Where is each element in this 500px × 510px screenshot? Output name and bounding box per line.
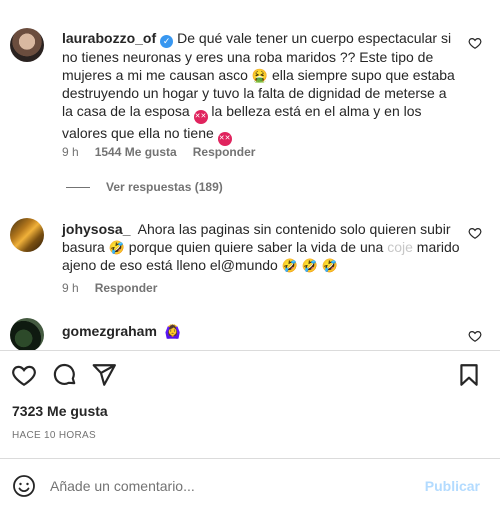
rolling-laughing-emoji-icon: 🤣 [301,258,318,273]
red-cross-emoji-icon: ✕✕ [193,110,208,124]
comment-bubble-icon[interactable] [52,362,78,388]
rolling-laughing-emoji-icon: 🤣 [321,258,339,273]
like-comment-heart-icon[interactable] [468,329,482,343]
comment-text: laurabozzo_of ✓ De qué vale tener un cuerp… [62,29,460,146]
comment-body-part: porque quien quiere saber la vida de una [128,239,384,255]
rolling-laughing-emoji-icon: 🤣 [281,258,298,273]
comment-meta: 9 h Responder [62,281,157,295]
comment-input[interactable] [50,476,410,496]
avatar[interactable] [10,218,44,252]
reply-button[interactable]: Responder [95,281,158,295]
comment-username[interactable]: gomezgraham [62,323,157,339]
comment-username[interactable]: johysosa_ [62,221,130,237]
replies-divider-line [66,186,90,188]
avatar[interactable] [10,318,44,350]
heart-icon[interactable] [11,362,37,388]
bookmark-icon[interactable] [456,362,482,388]
post-likes-count[interactable]: 7323 Me gusta [12,403,108,419]
rolling-laughing-emoji-icon: 🤣 [108,240,125,255]
comment-meta: 9 h 1544 Me gusta Responder [62,145,255,159]
verified-badge-icon: ✓ [160,35,174,48]
comment-username[interactable]: laurabozzo_of [62,30,156,46]
comments-list: laurabozzo_of ✓ De qué vale tener un cuerp… [0,0,500,350]
comment-body-faded: coje [387,239,413,255]
section-divider [0,458,500,459]
comment-text: gomezgraham 🙆‍♀️ [62,322,460,340]
smiley-icon[interactable] [12,474,36,498]
comment-text: johysosa_ Ahora las paginas sin contenid… [62,220,460,274]
post-time-ago: HACE 10 HORAS [12,430,96,441]
like-comment-heart-icon[interactable] [468,226,482,240]
comment-time: 9 h [62,145,79,159]
comment-likes[interactable]: 1544 Me gusta [95,145,177,159]
reply-button[interactable]: Responder [193,145,256,159]
woman-gesture-emoji-icon: 🙆‍♀️ [164,324,181,339]
post-actions-bar [0,362,500,390]
red-cross-emoji-icon: ✕✕ [217,132,232,146]
publish-button[interactable]: Publicar [425,478,480,494]
paper-plane-icon[interactable] [91,362,117,388]
view-replies-label: Ver respuestas (189) [106,180,223,194]
comment-time: 9 h [62,281,79,295]
section-divider [0,350,500,351]
nauseated-face-emoji-icon: 🤮 [251,68,269,83]
add-comment-bar: Publicar [0,470,500,502]
like-comment-heart-icon[interactable] [468,36,482,50]
view-replies-button[interactable]: Ver respuestas (189) [66,180,223,194]
avatar[interactable] [10,28,44,62]
